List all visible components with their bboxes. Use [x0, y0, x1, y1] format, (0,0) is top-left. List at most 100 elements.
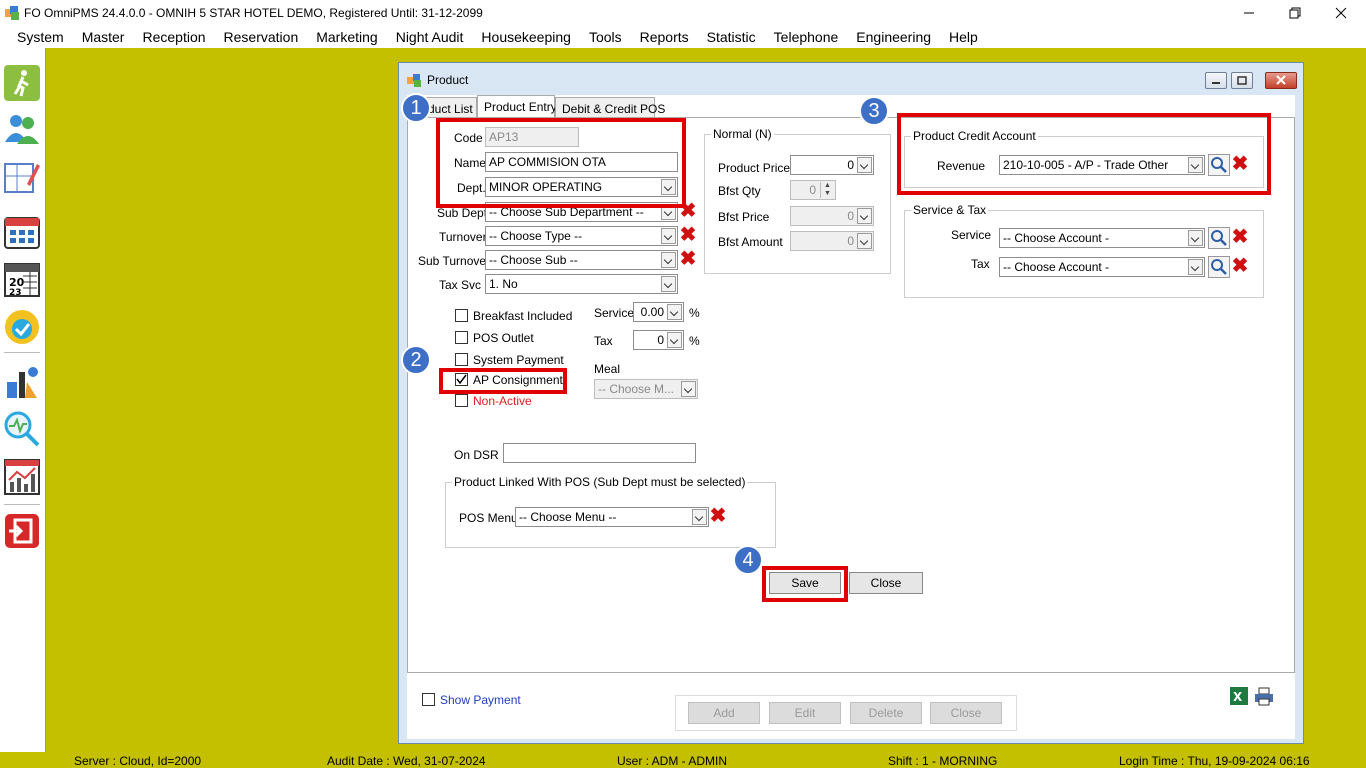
svc-account-select[interactable]: -- Choose Account - [999, 228, 1205, 248]
search-tax-account-button[interactable] [1208, 256, 1230, 278]
status-bar: Server : Cloud, Id=2000 Audit Date : Wed… [0, 752, 1366, 768]
menu-marketing[interactable]: Marketing [307, 29, 386, 45]
system-payment-checkbox[interactable] [455, 353, 468, 366]
chevron-down-icon[interactable] [661, 276, 676, 292]
bfst-qty-value: 0 [809, 183, 816, 197]
minimize-button[interactable] [1226, 0, 1272, 26]
chevron-down-icon[interactable] [667, 332, 682, 348]
menu-system[interactable]: System [8, 29, 73, 45]
taxsvc-select[interactable]: 1. No [485, 274, 678, 294]
window-minimize-button[interactable] [1205, 72, 1227, 89]
tab-debit-credit-pos[interactable]: Debit & Credit POS [555, 97, 665, 117]
window-close-button[interactable] [1265, 72, 1297, 89]
menu-help[interactable]: Help [940, 29, 987, 45]
chevron-down-icon[interactable] [667, 304, 682, 320]
chevron-down-icon[interactable] [1188, 230, 1203, 246]
tax-account-select[interactable]: -- Choose Account - [999, 257, 1205, 277]
menu-statistic[interactable]: Statistic [698, 29, 765, 45]
chevron-down-icon[interactable] [681, 381, 696, 397]
turnover-select[interactable]: -- Choose Type -- [485, 226, 678, 246]
availability-icon[interactable] [3, 308, 41, 346]
chevron-down-icon[interactable] [857, 233, 872, 249]
ondsr-field[interactable] [503, 443, 696, 463]
statistics-chart-icon[interactable] [3, 458, 41, 496]
tab-product-entry[interactable]: Product Entry [477, 95, 557, 118]
pos-outlet-checkbox[interactable] [455, 331, 468, 344]
service-pct-select[interactable]: 0.00 [633, 302, 684, 322]
search-svc-account-button[interactable] [1208, 227, 1230, 249]
menu-housekeeping[interactable]: Housekeeping [472, 29, 580, 45]
menu-tools[interactable]: Tools [580, 29, 631, 45]
bfst-amount-value: 0 [847, 234, 854, 248]
menu-night-audit[interactable]: Night Audit [387, 29, 473, 45]
chevron-down-icon[interactable] [857, 208, 872, 224]
excel-export-icon[interactable]: X [1229, 686, 1249, 706]
menu-master[interactable]: Master [73, 29, 134, 45]
service-tax-title: Service & Tax [911, 203, 989, 217]
restore-button[interactable] [1272, 0, 1318, 26]
analysis-search-icon[interactable] [3, 410, 41, 448]
menu-engineering[interactable]: Engineering [847, 29, 940, 45]
minimize-icon [1244, 12, 1254, 14]
bfst-qty-field[interactable]: 0 ▲ ▼ [790, 180, 836, 200]
bfst-price-field[interactable]: 0 [790, 206, 874, 226]
spinner-icon[interactable]: ▲ ▼ [820, 182, 834, 198]
chevron-down-icon[interactable] [661, 228, 676, 244]
chevron-down-icon[interactable] [692, 509, 707, 525]
clear-subturnover-icon[interactable]: ✖ [679, 249, 697, 269]
delete-button[interactable]: Delete [850, 702, 922, 724]
clear-pos-menu-icon[interactable]: ✖ [709, 506, 727, 526]
step-badge-1: 1 [401, 93, 431, 123]
clear-turnover-icon[interactable]: ✖ [679, 225, 697, 245]
exit-icon[interactable] [3, 512, 41, 550]
subdept-label: Sub Dept [437, 206, 488, 220]
chevron-down-icon[interactable] [1188, 259, 1203, 275]
menu-reports[interactable]: Reports [631, 29, 698, 45]
service-pct-label: Service [594, 306, 635, 320]
walk-in-icon[interactable] [3, 64, 41, 102]
print-icon[interactable] [1254, 686, 1274, 706]
status-shift: Shift : 1 - MORNING [888, 754, 998, 768]
meal-select[interactable]: -- Choose M... [594, 379, 698, 399]
close-record-button[interactable]: Close [930, 702, 1002, 724]
product-price-value: 0 [847, 158, 854, 172]
clear-svc-account-icon[interactable]: ✖ [1231, 227, 1249, 247]
bfst-price-label: Bfst Price [718, 210, 770, 224]
bfst-amount-field[interactable]: 0 [790, 231, 874, 251]
tax-pct-sign: % [689, 334, 700, 348]
menu-reservation[interactable]: Reservation [215, 29, 308, 45]
subturnover-select[interactable]: -- Choose Sub -- [485, 250, 678, 270]
clear-tax-account-icon[interactable]: ✖ [1231, 256, 1249, 276]
pos-menu-select[interactable]: -- Choose Menu -- [515, 507, 709, 527]
product-entry-panel: Code AP13 Name AP COMMISION OTA Dept. MI… [407, 113, 1295, 673]
step-badge-3: 3 [859, 96, 889, 126]
add-button[interactable]: Add [688, 702, 760, 724]
step-badge-2: 2 [401, 345, 431, 375]
chevron-down-icon[interactable] [857, 157, 872, 173]
calendar-grid-icon[interactable] [3, 212, 41, 250]
close-app-button[interactable] [1318, 0, 1364, 26]
taxsvc-select-value: 1. No [489, 277, 518, 291]
show-payment-label: Show Payment [440, 693, 521, 707]
calendar-icon[interactable]: 20 23 [3, 260, 41, 298]
subturnover-label: Sub Turnover [418, 254, 491, 268]
edit-button[interactable]: Edit [769, 702, 841, 724]
guests-icon[interactable] [3, 110, 41, 148]
chevron-down-icon[interactable] [661, 252, 676, 268]
breakfast-included-checkbox[interactable] [455, 309, 468, 322]
housekeeping-icon[interactable] [3, 362, 41, 400]
product-price-field[interactable]: 0 [790, 155, 874, 175]
non-active-checkbox[interactable] [455, 394, 468, 407]
title-bar: FO OmniPMS 24.4.0.0 - OMNIH 5 STAR HOTEL… [0, 0, 1366, 26]
menu-telephone[interactable]: Telephone [765, 29, 848, 45]
highlight-box-1 [436, 118, 686, 208]
room-plan-icon[interactable] [3, 158, 41, 196]
close-button[interactable]: Close [849, 572, 923, 594]
bfst-price-value: 0 [847, 209, 854, 223]
menu-reception[interactable]: Reception [133, 29, 214, 45]
window-maximize-button[interactable] [1231, 72, 1253, 89]
status-login-time: Login Time : Thu, 19-09-2024 06:16 [1119, 754, 1310, 768]
show-payment-checkbox[interactable] [422, 693, 435, 706]
turnover-label: Turnover [439, 230, 487, 244]
tax-pct-select[interactable]: 0 [633, 330, 684, 350]
